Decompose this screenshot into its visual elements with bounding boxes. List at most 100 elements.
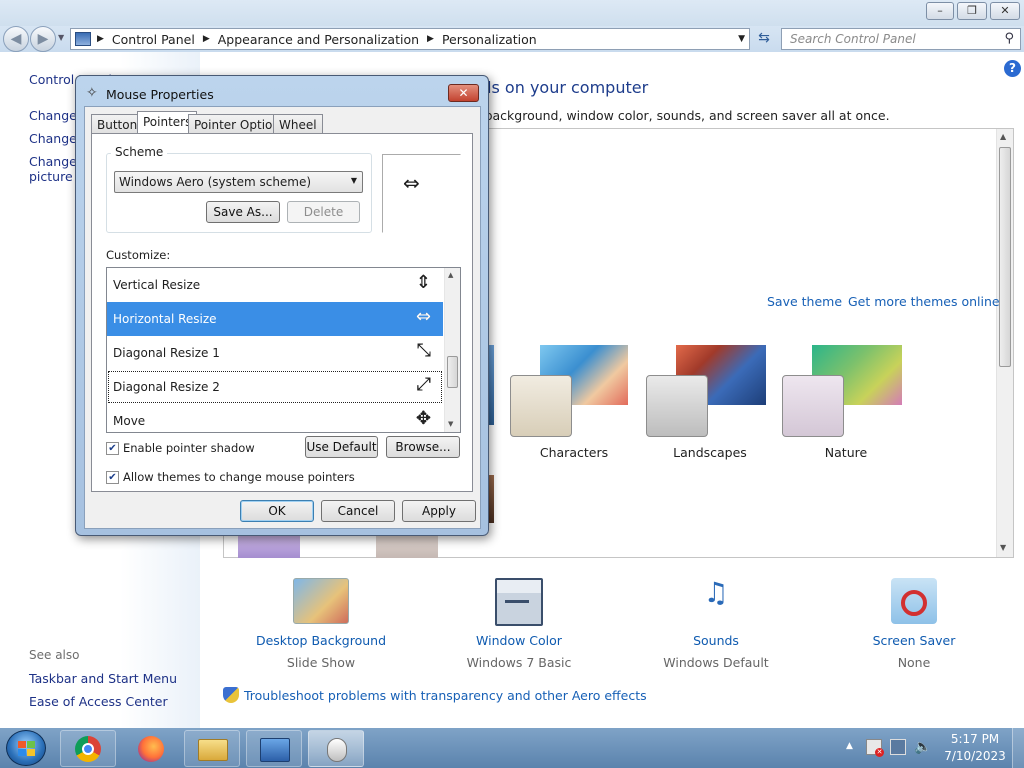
start-button-icon[interactable] (6, 730, 46, 766)
search-icon[interactable]: ⚲ (1004, 31, 1014, 46)
scheme-label: Scheme (111, 145, 168, 159)
cursor-list[interactable]: Vertical Resize ⇕ Horizontal Resize ⇔ Di… (106, 267, 461, 433)
forward-icon[interactable]: ▶ (30, 26, 56, 52)
list-item-diagonal-resize-2[interactable]: Diagonal Resize 2 ⤢ (107, 370, 443, 404)
scroll-up-icon[interactable]: ▲ (1000, 132, 1006, 141)
theme-color-card (646, 375, 708, 437)
list-item-horizontal-resize[interactable]: Horizontal Resize ⇔ (107, 302, 443, 336)
scroll-down-icon[interactable]: ▼ (1000, 543, 1006, 552)
close-window-button[interactable]: ✕ (990, 2, 1020, 20)
scheme-select[interactable]: Windows Aero (system scheme) ▼ (114, 171, 363, 193)
list-scrollbar[interactable]: ▲ ▼ (444, 268, 460, 432)
list-item-diagonal-resize-1[interactable]: Diagonal Resize 1 ⤡ (107, 336, 443, 370)
theme-thumbnail (238, 535, 300, 558)
firefox-taskbar-button[interactable] (122, 730, 178, 767)
item-subtitle: Windows Default (663, 655, 769, 670)
list-item-move[interactable]: Move ✥ (107, 404, 443, 432)
breadcrumb-separator-icon: ▶ (427, 34, 434, 44)
breadcrumb-appearance[interactable]: Appearance and Personalization (218, 32, 419, 47)
ok-button[interactable]: OK (240, 500, 314, 522)
tab-wheel[interactable]: Wheel (273, 114, 323, 134)
dialog-body: Buttons Pointers Pointer Options Wheel S… (84, 106, 481, 529)
help-icon[interactable]: ? (1004, 60, 1021, 77)
volume-muted-icon[interactable]: 🔈 (914, 739, 931, 755)
theme-label: Characters (539, 445, 609, 460)
shield-icon (223, 687, 239, 703)
refresh-icon[interactable]: ⇆ (753, 30, 775, 49)
taskbar: ▲ ✕ 🔈 5:17 PM 7/10/2023 (0, 728, 1024, 768)
recent-pages-icon[interactable]: ▼ (58, 33, 64, 42)
navigation-bar: ◀ ▶ ▼ ▶ Control Panel ▶ Appearance and P… (0, 26, 1024, 52)
control-panel-taskbar-button[interactable] (246, 730, 302, 767)
dropdown-arrow-icon: ▼ (350, 176, 357, 185)
see-also-heading: See also (29, 648, 80, 662)
troubleshoot-link[interactable]: Troubleshoot problems with transparency … (244, 688, 647, 703)
network-icon[interactable] (890, 739, 906, 755)
save-as-button[interactable]: Save As... (206, 201, 280, 223)
action-center-icon[interactable]: ✕ (866, 739, 884, 757)
clock-date[interactable]: 7/10/2023 (940, 749, 1010, 763)
dialog-title: Mouse Properties (106, 87, 214, 102)
maximize-button[interactable]: ❐ (957, 2, 987, 20)
address-dropdown-icon[interactable]: ▼ (738, 34, 745, 44)
row-label: Horizontal Resize (113, 312, 217, 326)
back-icon[interactable]: ◀ (3, 26, 29, 52)
item-subtitle: Windows 7 Basic (466, 655, 572, 670)
move-icon: ✥ (415, 408, 431, 429)
enable-shadow-checkbox[interactable]: ✔ (106, 442, 119, 455)
save-theme-link[interactable]: Save theme (767, 294, 842, 309)
breadcrumb-separator-icon: ▶ (97, 34, 104, 44)
theme-label: Landscapes (673, 445, 747, 460)
screen-saver-item[interactable]: Screen Saver None (834, 578, 994, 670)
row-label: Vertical Resize (113, 278, 201, 292)
tray-overflow-icon[interactable]: ▲ (846, 741, 853, 751)
item-subtitle: Slide Show (286, 655, 356, 670)
theme-thumbnail (376, 535, 438, 558)
theme-list-scrollbar[interactable]: ▲ ▼ (996, 129, 1013, 557)
breadcrumb-separator-icon: ▶ (202, 34, 210, 44)
minimize-button[interactable]: – (926, 2, 954, 20)
mouse-properties-taskbar-button[interactable] (308, 730, 364, 767)
scroll-down-icon[interactable]: ▼ (448, 420, 453, 428)
breadcrumb-personalization[interactable]: Personalization (442, 32, 537, 47)
customize-label: Customize: (106, 248, 171, 262)
item-title: Sounds (693, 633, 739, 648)
apply-button[interactable]: Apply (402, 500, 476, 522)
use-default-button[interactable]: Use Default (305, 436, 378, 458)
clock-time[interactable]: 5:17 PM (940, 732, 1010, 746)
chrome-taskbar-button[interactable] (60, 730, 116, 767)
address-bar[interactable]: ▶ Control Panel ▶ Appearance and Persona… (70, 28, 750, 50)
get-more-themes-link[interactable]: Get more themes online (848, 294, 1000, 309)
horizontal-resize-icon: ⇔ (403, 171, 420, 195)
allow-themes-label: Allow themes to change mouse pointers (123, 470, 355, 484)
desktop-background-icon (293, 578, 349, 624)
scrollbar-thumb[interactable] (999, 147, 1011, 367)
delete-button[interactable]: Delete (287, 201, 360, 223)
show-desktop-button[interactable] (1012, 728, 1024, 768)
theme-label: Nature (824, 445, 868, 460)
control-panel-icon (75, 32, 91, 46)
item-subtitle: None (897, 655, 931, 670)
ease-of-access-link[interactable]: Ease of Access Center (29, 694, 168, 709)
search-input[interactable]: Search Control Panel ⚲ (781, 28, 1021, 50)
vertical-resize-icon: ⇕ (415, 272, 431, 293)
scrollbar-thumb[interactable] (447, 356, 458, 388)
horizontal-resize-icon: ⇔ (415, 306, 431, 327)
explorer-taskbar-button[interactable] (184, 730, 240, 767)
browse-button[interactable]: Browse... (386, 436, 460, 458)
allow-themes-checkbox[interactable]: ✔ (106, 471, 119, 484)
window-color-item[interactable]: Window Color Windows 7 Basic (439, 578, 599, 670)
diagonal-resize-1-icon: ⤡ (416, 340, 431, 361)
pointers-tab-panel: Scheme Windows Aero (system scheme) ▼ Sa… (91, 133, 473, 492)
row-label: Diagonal Resize 2 (113, 380, 220, 394)
cancel-button[interactable]: Cancel (321, 500, 395, 522)
sounds-item[interactable]: ♫ Sounds Windows Default (636, 578, 796, 671)
scheme-select-value: Windows Aero (system scheme) (119, 175, 312, 189)
desktop-background-item[interactable]: Desktop Background Slide Show (241, 578, 401, 670)
breadcrumb-control-panel[interactable]: Control Panel (112, 32, 195, 47)
list-item-vertical-resize[interactable]: Vertical Resize ⇕ (107, 268, 443, 302)
diagonal-resize-2-icon: ⤢ (416, 374, 431, 395)
scroll-up-icon[interactable]: ▲ (448, 271, 453, 279)
dialog-close-button[interactable]: ✕ (448, 84, 479, 102)
taskbar-start-menu-link[interactable]: Taskbar and Start Menu (29, 671, 177, 686)
